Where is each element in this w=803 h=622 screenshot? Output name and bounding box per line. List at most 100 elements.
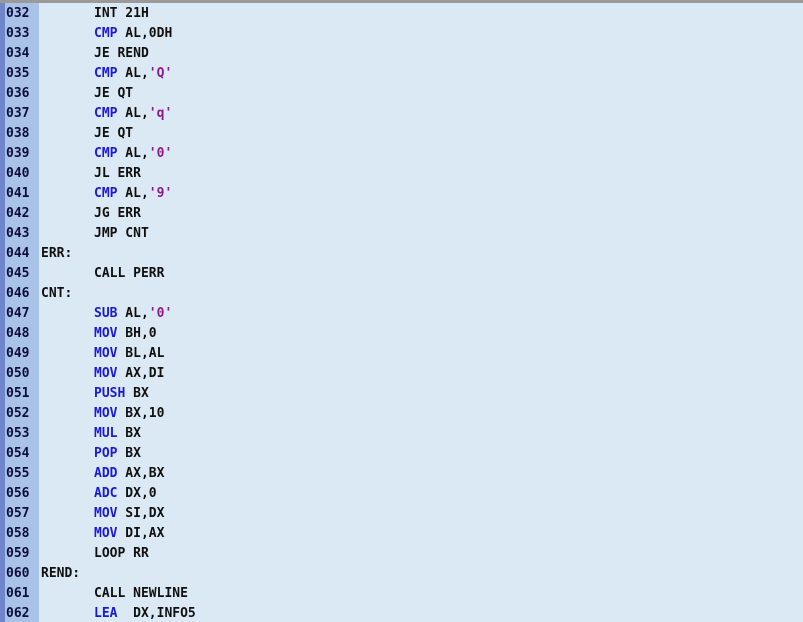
code-line[interactable]: 041 CMP AL,'9' <box>0 184 803 204</box>
line-number: 034 <box>6 46 30 61</box>
code-token: JE QT <box>94 126 134 141</box>
code-line[interactable]: 044 ERR: <box>0 244 803 264</box>
line-number: 052 <box>6 406 30 421</box>
code-line[interactable]: 049 MOV BL,AL <box>0 344 803 364</box>
code-token: AL,0DH <box>117 26 173 41</box>
code-statement: CMP AL,'9' <box>94 184 172 204</box>
code-line[interactable]: 056 ADC DX,0 <box>0 484 803 504</box>
code-token: BX,10 <box>117 406 165 421</box>
code-token: SI,DX <box>117 506 165 521</box>
keyword-token: MOV <box>94 346 118 361</box>
code-token: JMP CNT <box>94 226 149 241</box>
code-statement: LEA DX,INFO5 <box>94 604 196 622</box>
code-statement: JG ERR <box>94 204 141 224</box>
code-line[interactable]: 040 JL ERR <box>0 164 803 184</box>
code-line[interactable]: 034 JE REND <box>0 44 803 64</box>
code-statement: JMP CNT <box>94 224 149 244</box>
keyword-token: MOV <box>94 326 118 341</box>
keyword-token: MOV <box>94 406 118 421</box>
code-statement: LOOP RR <box>94 544 149 564</box>
line-number: 046 <box>6 286 30 301</box>
code-line[interactable]: 032 INT 21H <box>0 4 803 24</box>
keyword-token: CMP <box>94 186 118 201</box>
line-number: 055 <box>6 466 30 481</box>
code-statement: CMP AL,'q' <box>94 104 172 124</box>
code-token: AL, <box>117 106 149 121</box>
code-line[interactable]: 046 CNT: <box>0 284 803 304</box>
code-statement: MOV AX,DI <box>94 364 164 384</box>
code-line[interactable]: 035 CMP AL,'Q' <box>0 64 803 84</box>
keyword-token: CMP <box>94 26 118 41</box>
line-number: 054 <box>6 446 30 461</box>
code-line[interactable]: 054 POP BX <box>0 444 803 464</box>
line-number: 057 <box>6 506 30 521</box>
code-token: JE REND <box>94 46 149 61</box>
code-line[interactable]: 045 CALL PERR <box>0 264 803 284</box>
line-number: 047 <box>6 306 30 321</box>
keyword-token: SUB <box>94 306 118 321</box>
code-token: AL, <box>117 306 149 321</box>
code-token: AL, <box>117 186 149 201</box>
code-token: BH,0 <box>117 326 157 341</box>
keyword-token: CMP <box>94 106 118 121</box>
code-line[interactable]: 061 CALL NEWLINE <box>0 584 803 604</box>
code-statement: ADD AX,BX <box>94 464 164 484</box>
code-token: AL, <box>117 146 149 161</box>
keyword-token: MOV <box>94 526 118 541</box>
code-line[interactable]: 052 MOV BX,10 <box>0 404 803 424</box>
code-line[interactable]: 060 REND: <box>0 564 803 584</box>
code-token: BX <box>117 446 141 461</box>
keyword-token: ADD <box>94 466 118 481</box>
code-statement: MUL BX <box>94 424 141 444</box>
code-statement: POP BX <box>94 444 141 464</box>
keyword-token: MOV <box>94 506 118 521</box>
line-number: 035 <box>6 66 30 81</box>
code-line[interactable]: 058 MOV DI,AX <box>0 524 803 544</box>
code-line[interactable]: 036 JE QT <box>0 84 803 104</box>
line-number: 033 <box>6 26 30 41</box>
line-number: 037 <box>6 106 30 121</box>
code-line[interactable]: 062 LEA DX,INFO5 <box>0 604 803 622</box>
line-number: 060 <box>6 566 30 581</box>
line-number: 043 <box>6 226 30 241</box>
code-line[interactable]: 042 JG ERR <box>0 204 803 224</box>
code-token: LOOP RR <box>94 546 149 561</box>
code-statement: CALL NEWLINE <box>94 584 188 604</box>
code-line[interactable]: 057 MOV SI,DX <box>0 504 803 524</box>
code-line[interactable]: 047 SUB AL,'0' <box>0 304 803 324</box>
keyword-token: MUL <box>94 426 118 441</box>
line-number: 051 <box>6 386 30 401</box>
code-line[interactable]: 053 MUL BX <box>0 424 803 444</box>
code-line[interactable]: 051 PUSH BX <box>0 384 803 404</box>
code-token: JE QT <box>94 86 134 101</box>
keyword-token: CMP <box>94 146 118 161</box>
line-number: 036 <box>6 86 30 101</box>
keyword-token: CMP <box>94 66 118 81</box>
code-editor[interactable]: 032 INT 21H 033 CMP AL,0DH 034 JE REND 035 CMP … <box>0 0 803 622</box>
code-line[interactable]: 039 CMP AL,'0' <box>0 144 803 164</box>
code-line[interactable]: 033 CMP AL,0DH <box>0 24 803 44</box>
code-token: BL,AL <box>117 346 165 361</box>
code-line[interactable]: 048 MOV BH,0 <box>0 324 803 344</box>
line-number: 045 <box>6 266 30 281</box>
keyword-token: ADC <box>94 486 118 501</box>
code-statement: ADC DX,0 <box>94 484 157 504</box>
keyword-token: PUSH <box>94 386 126 401</box>
line-number: 062 <box>6 606 30 621</box>
line-number: 048 <box>6 326 30 341</box>
code-line[interactable]: 037 CMP AL,'q' <box>0 104 803 124</box>
code-line[interactable]: 050 MOV AX,DI <box>0 364 803 384</box>
code-statement: PUSH BX <box>94 384 149 404</box>
keyword-token: LEA <box>94 606 118 621</box>
line-number: 058 <box>6 526 30 541</box>
line-number: 041 <box>6 186 30 201</box>
code-line[interactable]: 038 JE QT <box>0 124 803 144</box>
code-line[interactable]: 043 JMP CNT <box>0 224 803 244</box>
code-token: AL, <box>117 66 149 81</box>
code-line[interactable]: 055 ADD AX,BX <box>0 464 803 484</box>
line-number: 040 <box>6 166 30 181</box>
string-token: '0' <box>148 306 173 321</box>
code-statement: CMP AL,'Q' <box>94 64 172 84</box>
code-statement: MOV BL,AL <box>94 344 164 364</box>
code-line[interactable]: 059 LOOP RR <box>0 544 803 564</box>
